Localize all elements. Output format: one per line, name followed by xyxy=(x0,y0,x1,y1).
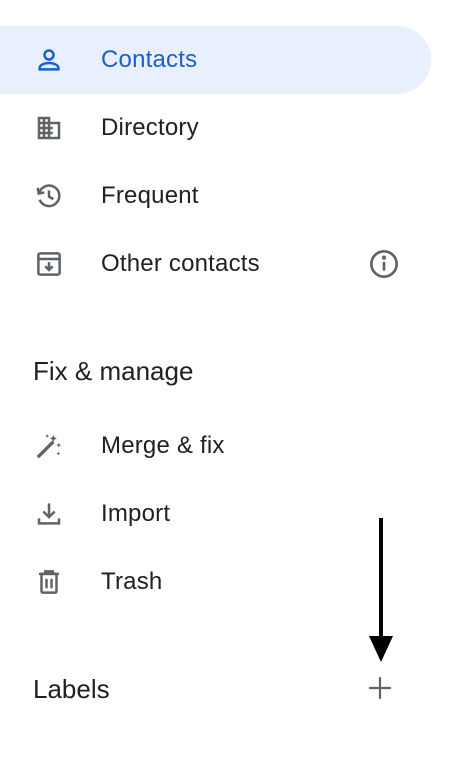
plus-icon xyxy=(369,677,391,699)
nav-item-merge-fix[interactable]: Merge & fix xyxy=(0,412,474,480)
section-header-fix-manage: Fix & manage xyxy=(33,356,194,386)
magic-wand-icon xyxy=(31,428,67,464)
nav-item-label: Other contacts xyxy=(101,250,260,277)
building-icon xyxy=(31,110,67,146)
nav-item-other-contacts[interactable]: Other contacts xyxy=(0,230,474,298)
person-icon xyxy=(31,42,67,78)
archive-icon xyxy=(31,246,67,282)
trash-icon xyxy=(31,564,67,600)
nav-item-label: Contacts xyxy=(101,46,198,73)
nav-item-import[interactable]: Import xyxy=(0,480,474,548)
nav-item-directory[interactable]: Directory xyxy=(0,94,474,162)
navigation-drawer: Contacts Directory Frequent Other contac… xyxy=(0,0,474,758)
nav-item-label: Import xyxy=(101,500,171,527)
history-icon xyxy=(31,178,67,214)
annotation-arrow xyxy=(369,518,393,662)
nav-item-frequent[interactable]: Frequent xyxy=(0,162,474,230)
nav-item-label: Directory xyxy=(101,114,199,141)
nav-item-label: Frequent xyxy=(101,182,199,209)
section-header-labels: Labels xyxy=(33,674,110,704)
info-icon[interactable] xyxy=(366,246,402,282)
nav-item-label: Trash xyxy=(101,568,163,595)
add-label-button[interactable] xyxy=(362,670,398,706)
download-icon xyxy=(31,496,67,532)
nav-item-label: Merge & fix xyxy=(101,432,225,459)
nav-item-contacts[interactable]: Contacts xyxy=(0,26,431,94)
nav-item-trash[interactable]: Trash xyxy=(0,548,474,616)
